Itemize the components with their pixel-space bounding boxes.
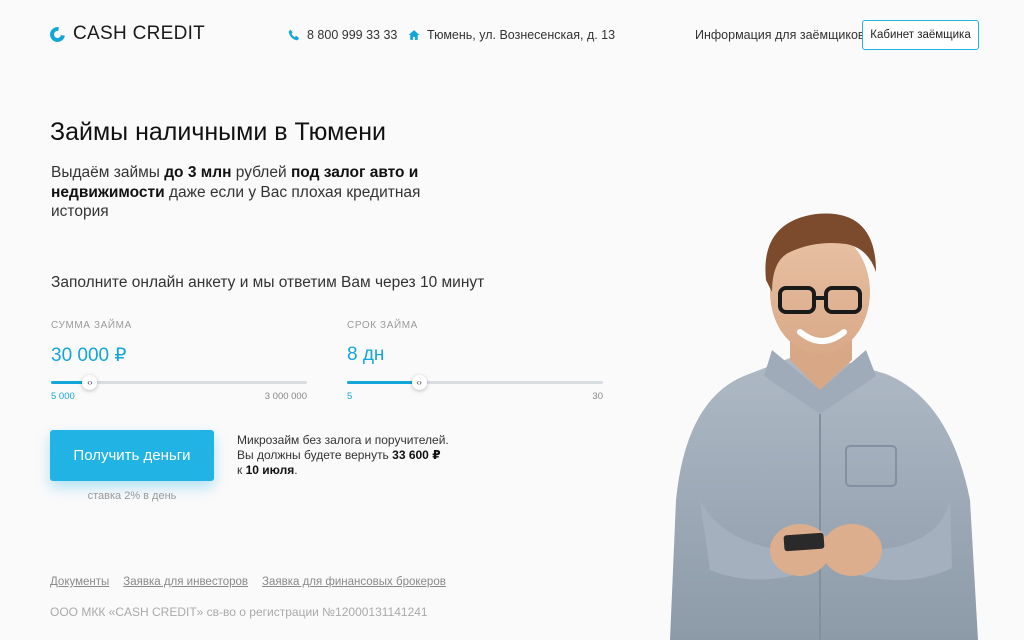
logo-mark-icon: [47, 23, 68, 45]
phone-contact[interactable]: 8 800 999 33 33: [288, 28, 397, 42]
term-label: Срок займа: [347, 320, 418, 331]
phone-number: 8 800 999 33 33: [307, 28, 398, 42]
term-max: 30: [592, 391, 603, 402]
borrower-info-link[interactable]: Информация для заёмщиков: [695, 28, 865, 42]
term-value: 8 дн: [347, 344, 385, 365]
amount-label: Сумма займа: [51, 320, 132, 331]
form-intro: Заполните онлайн анкету и мы ответим Вам…: [51, 274, 485, 291]
term-slider-fill: [347, 381, 419, 384]
term-slider-block: Срок займа 8 дн ‹› 5 30: [347, 320, 603, 402]
logo-text: CASH CREDIT: [73, 23, 206, 44]
term-slider-handle[interactable]: ‹›: [411, 375, 427, 390]
hero-subtitle: Выдаём займы до 3 млн рублей под залог а…: [51, 163, 431, 222]
page-title: Займы наличными в Тюмени: [50, 118, 386, 146]
rate-note: ставка 2% в день: [87, 490, 177, 502]
address-contact: Тюмень, ул. Вознесенская, д. 13: [408, 28, 615, 42]
amount-min: 5 000: [51, 391, 75, 402]
address-text: Тюмень, ул. Вознесенская, д. 13: [427, 28, 616, 42]
subtitle-text: рублей: [231, 164, 291, 181]
loan-note-line2: Вы должны будете вернуть 33 600 ₽: [237, 448, 477, 463]
get-money-button[interactable]: Получить деньги: [50, 430, 214, 481]
loan-note-text: к: [237, 463, 246, 477]
term-slider-track[interactable]: ‹›: [347, 375, 603, 390]
amount-slider-handle[interactable]: ‹›: [82, 375, 98, 390]
home-icon: [408, 30, 420, 40]
subtitle-bold-amount: до 3 млн: [164, 164, 232, 181]
footer-link-documents[interactable]: Документы: [50, 576, 109, 588]
amount-slider-block: Сумма займа 30 000 ₽ ‹› 5 000 3 000 000: [51, 320, 307, 402]
hero-person-image: [670, 213, 978, 640]
drag-arrows-icon: ‹›: [416, 378, 422, 387]
drag-arrows-icon: ‹›: [87, 378, 93, 387]
repay-date: 10 июля: [245, 463, 295, 477]
loan-note-text: Вы должны будете вернуть: [237, 448, 393, 462]
amount-max: 3 000 000: [264, 391, 307, 402]
borrower-cabinet-button[interactable]: Кабинет заёмщика: [862, 20, 979, 50]
phone-icon: [288, 29, 299, 41]
loan-summary: Микрозайм без залога и поручителей. Вы д…: [237, 433, 477, 478]
loan-note-text: .: [294, 463, 298, 477]
repay-amount: 33 600 ₽: [392, 448, 441, 462]
logo[interactable]: CASH CREDIT: [47, 23, 206, 45]
legal-info: ООО МКК «CASH CREDIT» св-во о регистраци…: [50, 605, 428, 619]
footer-link-investors[interactable]: Заявка для инвесторов: [123, 576, 248, 588]
term-min: 5: [347, 391, 353, 402]
amount-value: 30 000 ₽: [51, 345, 127, 366]
loan-note-line3: к 10 июля.: [237, 463, 477, 478]
footer-links: Документы Заявка для инвесторов Заявка д…: [50, 576, 446, 588]
subtitle-text: Выдаём займы: [51, 164, 165, 181]
footer-link-brokers[interactable]: Заявка для финансовых брокеров: [262, 576, 446, 588]
header: CASH CREDIT 8 800 999 33 33 Тюмень, ул. …: [0, 0, 1024, 70]
loan-note-line1: Микрозайм без залога и поручителей.: [237, 433, 449, 447]
amount-slider-track[interactable]: ‹›: [51, 375, 307, 390]
